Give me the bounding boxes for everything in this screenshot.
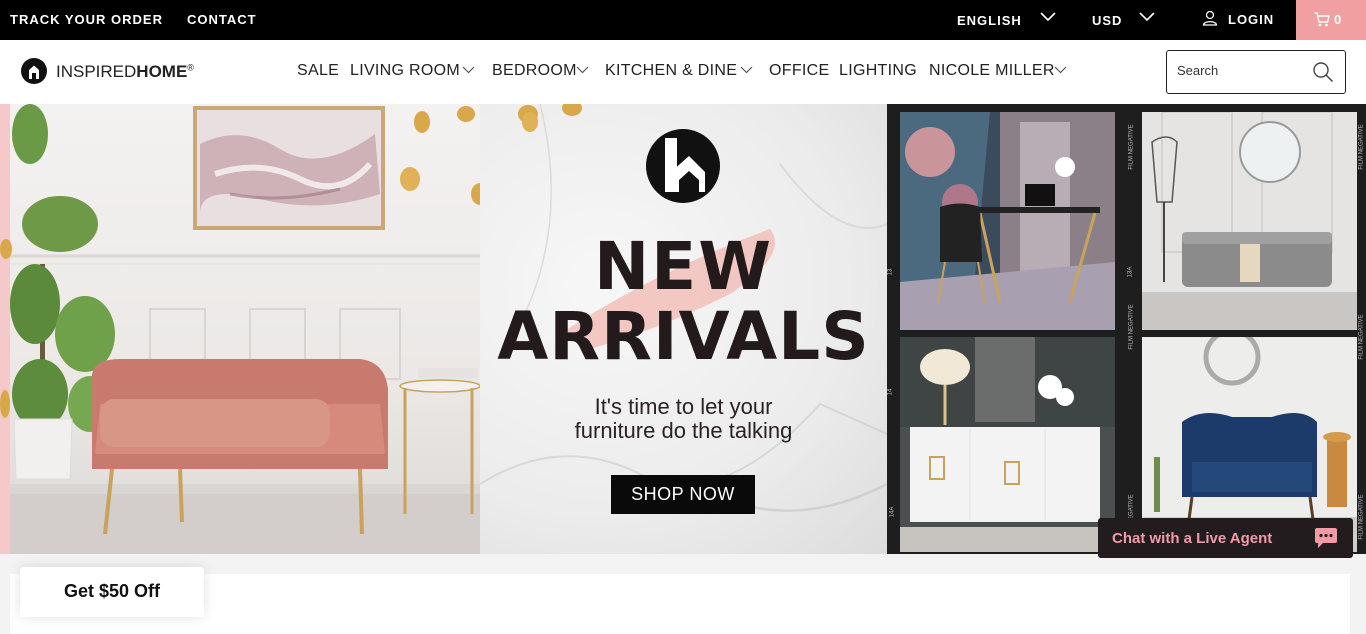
brand-logo-icon — [21, 58, 47, 84]
film-label: FILM NEGATIVE — [1358, 494, 1365, 540]
discount-popup-tab[interactable]: Get $50 Off — [20, 567, 204, 617]
live-chat-button[interactable]: Chat with a Live Agent — [1098, 518, 1353, 558]
cart-icon — [1314, 12, 1330, 27]
hero-title-line2: ARRIVALS — [497, 298, 870, 375]
search-box — [1166, 50, 1346, 94]
nav-office[interactable]: OFFICE — [769, 62, 829, 80]
film-label: FILM NEGATIVE — [1128, 304, 1135, 350]
cart-count: 0 — [1334, 12, 1342, 27]
site-header: INSPIREDHOME® SALE LIVING ROOM BEDROOM K… — [0, 40, 1366, 104]
film-label: FILM NEGATIVE — [1128, 124, 1135, 170]
frame-number: 14A — [889, 506, 896, 518]
nav-bedroom[interactable]: BEDROOM — [492, 62, 577, 80]
hero-title-line1: NEW — [593, 228, 774, 305]
brand-name: INSPIREDHOME® — [56, 62, 194, 81]
frame-number: 14 — [887, 388, 894, 396]
chevron-down-icon[interactable] — [1054, 65, 1067, 75]
film-label: FILM NEGATIVE — [1358, 124, 1365, 170]
office-photo — [900, 112, 1115, 330]
bench-photo — [1142, 112, 1357, 330]
nav-lighting[interactable]: LIGHTING — [839, 62, 917, 80]
top-bar: TRACK YOUR ORDER CONTACT ENGLISH USD LOG… — [0, 0, 1366, 40]
film-label: FILM NEGATIVE — [1358, 314, 1365, 360]
room-scene-illustration — [0, 104, 480, 554]
nav-living-room[interactable]: LIVING ROOM — [350, 62, 460, 80]
cart-button[interactable]: 0 — [1296, 0, 1366, 40]
chevron-down-icon[interactable] — [462, 65, 475, 75]
login-link[interactable]: LOGIN — [1228, 12, 1274, 27]
track-order-link[interactable]: TRACK YOUR ORDER — [10, 12, 163, 27]
new-arrivals-panel: NEW ARRIVALS It's time to let your furni… — [480, 104, 887, 554]
chevron-down-icon[interactable] — [1139, 11, 1155, 23]
user-icon[interactable] — [1202, 10, 1218, 26]
content-section — [10, 574, 1350, 634]
film-negative-collage: FILM NEGATIVE FILM NEGATIVE FILM NEGATIV… — [887, 104, 1366, 554]
frame-number: 13 — [887, 268, 894, 276]
search-icon[interactable] — [1312, 61, 1334, 83]
nav-sale[interactable]: SALE — [297, 62, 339, 80]
chevron-down-icon[interactable] — [576, 65, 589, 75]
chat-label: Chat with a Live Agent — [1112, 530, 1273, 547]
hero-banner[interactable]: NEW ARRIVALS It's time to let your furni… — [0, 104, 1366, 554]
hero-subtitle-line2: furniture do the talking — [574, 418, 793, 443]
chat-bubble-icon — [1315, 528, 1337, 548]
language-selector[interactable]: ENGLISH — [957, 13, 1022, 28]
search-input[interactable] — [1177, 63, 1307, 78]
shop-now-button[interactable]: SHOP NOW — [611, 475, 755, 514]
currency-selector[interactable]: USD — [1092, 13, 1122, 28]
frame-number: 13A — [1127, 266, 1134, 278]
nav-nicole-miller[interactable]: NICOLE MILLER — [929, 62, 1055, 80]
contact-link[interactable]: CONTACT — [187, 12, 257, 27]
living-room-photo — [0, 104, 480, 554]
hero-subtitle-line1: It's time to let your — [594, 394, 773, 419]
chevron-down-icon[interactable] — [740, 65, 753, 75]
chevron-down-icon[interactable] — [1040, 11, 1056, 23]
nav-kitchen-dine[interactable]: KITCHEN & DINE — [605, 62, 737, 80]
sideboard-photo — [900, 337, 1115, 552]
brand-logo-icon — [646, 129, 720, 203]
